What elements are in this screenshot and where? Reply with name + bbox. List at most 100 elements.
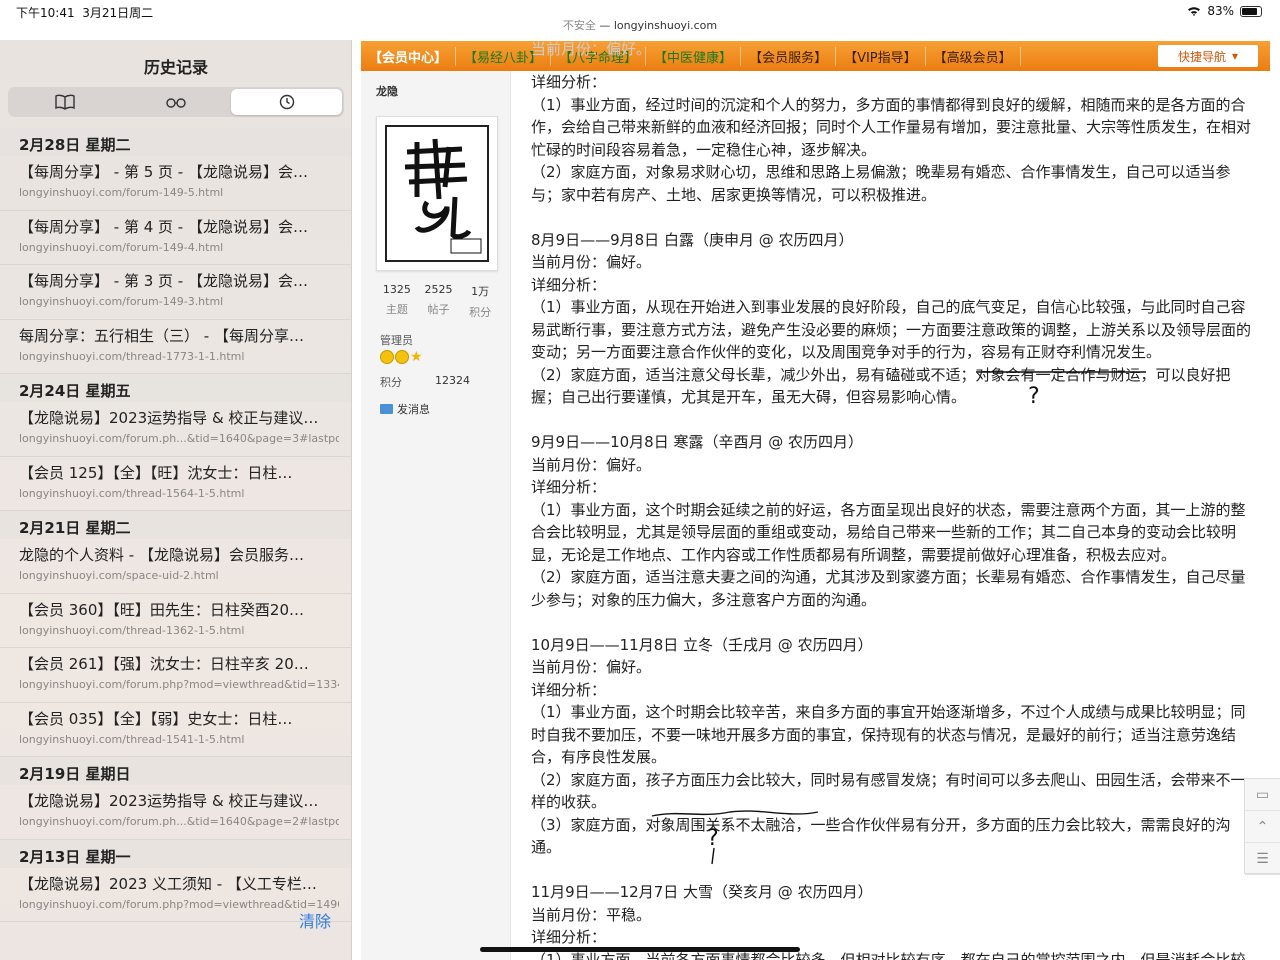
history-item-title: 【每周分享】 - 第 4 页 - 【龙隐说易】会… xyxy=(19,217,308,236)
avatar[interactable] xyxy=(376,116,498,271)
post-line: （2）家庭方面，适当注意夫妻之间的沟通，尤其涉及到家婆方面；长辈易有婚恋、合作事… xyxy=(531,568,1246,586)
history-item-title: 【每周分享】 - 第 3 页 - 【龙隐说易】会… xyxy=(19,272,308,290)
url-insecure-label: 不安全 xyxy=(562,19,596,32)
history-date-header: 2月24日 星期五 xyxy=(0,374,351,402)
post-line: 当前月份：偏好。 xyxy=(531,658,652,676)
post-line: 详细分析： xyxy=(531,73,607,91)
post-line: 详细分析： xyxy=(531,680,607,699)
book-icon xyxy=(55,94,76,110)
nav-vip[interactable]: 【VIP指导】 xyxy=(836,46,926,66)
post-line: 9月9日——10月8日 寒露（辛酉月 @ 农历四月） xyxy=(531,433,864,451)
history-item[interactable]: 【会员 360】【旺】田先生：日柱癸酉20… longyinshuoyi.com/… xyxy=(0,594,351,648)
list-icon[interactable]: ☰ xyxy=(1245,843,1280,875)
home-indicator[interactable] xyxy=(480,947,800,952)
page-tools: ▭ ⌃ ☰ xyxy=(1244,778,1280,875)
post-line: 少参与；对象的压力偏大，多注意客户方面的沟通。 xyxy=(531,590,877,609)
history-item[interactable]: 【会员 125】【全】【旺】沈女士：日柱… longyinshuoyi.com/t… xyxy=(0,457,351,511)
post-line xyxy=(531,859,1251,882)
author-profile: 龙隐 1325 主题 2525 帖子 1万 积分 管理员 ★ 积分 12324 发消息 xyxy=(361,71,511,960)
wifi-icon xyxy=(1188,7,1201,16)
post-line: 合，有序良性发展。 xyxy=(531,748,667,766)
author-stats: 1325 主题 2525 帖子 1万 积分 xyxy=(376,283,501,320)
stat-credits[interactable]: 1万 积分 xyxy=(459,283,501,320)
battery-percent: 83% xyxy=(1207,4,1234,18)
history-item-url: longyinshuoyi.com/space-uid-2.html xyxy=(19,569,219,582)
bookmarks-tab[interactable] xyxy=(10,89,121,115)
history-item-title: 龙隐的个人资料 - 【龙隐说易】会员服务… xyxy=(19,546,304,564)
history-date-header: 2月19日 星期日 xyxy=(0,757,351,785)
stat-threads[interactable]: 1325 主题 xyxy=(376,283,418,320)
forum-nav-bar: 【会员中心】 【易经八卦】 【八字命理】 【中医健康】 【会员服务】 【VIP指… xyxy=(361,41,1270,71)
reading-list-tab[interactable] xyxy=(121,89,232,115)
history-item-title: 【龙隐说易】2023 义工须知 - 【义工专栏… xyxy=(19,874,317,893)
comment-icon[interactable]: ▭ xyxy=(1245,779,1280,811)
send-message-link[interactable]: 发消息 xyxy=(380,401,430,417)
url-text: longyinshuoyi.com xyxy=(613,19,718,32)
post-line: 详细分析： xyxy=(531,478,607,496)
nav-premium[interactable]: 【高级会员】 xyxy=(926,46,1021,66)
post-line: （1）事业方面，从现在开始进入到事业发展的良好阶段，自己的底气变足，自信心比较强… xyxy=(531,298,1246,316)
history-item-title: 【每周分享】 - 第 5 页 - 【龙隐说易】会… xyxy=(19,163,308,181)
history-item[interactable]: 【龙隐说易】2023运势指导 & 校正与建议… longyinshuoyi.com… xyxy=(0,402,351,457)
nav-member-center[interactable]: 【会员中心】 xyxy=(361,46,457,66)
nav-tcm[interactable]: 【中医健康】 xyxy=(646,46,742,66)
post-line: 与；家中若有房产、土地、居家更换等情况，可以积极推进。 xyxy=(531,185,937,204)
points-value: 12324 xyxy=(435,374,470,387)
nav-member-service[interactable]: 【会员服务】 xyxy=(741,46,837,66)
post-content: 详细分析： （1）事业方面，经过时间的沉淀和个人的努力，多方面的事情都得到良好的缓… xyxy=(531,71,1251,960)
history-item[interactable]: 每周分享：五行相生（三） - 【每周分享… longyinshuoyi.com/t… xyxy=(0,320,351,374)
post-line: （1）事业方面，这个时期会比较辛苦，来自多方面的事宜开始逐渐增多，不过个人成绩与… xyxy=(531,703,1246,721)
post-line: （3）家庭方面，对象周围关系不太融洽，一些合作伙伴易有分开，多方面的压力会比较大… xyxy=(531,815,1231,834)
envelope-icon xyxy=(380,404,393,414)
glasses-icon xyxy=(166,98,186,108)
points-label: 积分 xyxy=(380,376,402,389)
quick-nav-button[interactable]: 快捷导航 ▾ xyxy=(1158,45,1258,67)
clear-history-button[interactable]: 清除 xyxy=(299,908,331,932)
history-item-title: 【会员 360】【旺】田先生：日柱癸酉20… xyxy=(19,600,304,619)
history-date-header: 2月13日 星期一 xyxy=(0,839,351,868)
post-line xyxy=(531,611,1251,634)
post-line: 握；自己出行要谨慎，尤其是开车，虽无大碍，但容易影响心情。 xyxy=(531,388,967,406)
post-line: 10月9日——11月8日 立冬（壬戌月 @ 农历四月） xyxy=(531,635,873,654)
author-role: 管理员 xyxy=(380,334,413,347)
post-line: 时自我不要加压，不要一味地开展多方面的事宜，保持现有的状态与情况，是最好的前行；… xyxy=(531,725,1237,744)
post-line: 作，会给自己带来新鲜的血液和经济回报；同时个人工作量易有增加，要注意批量、大宗等… xyxy=(531,118,1252,136)
back-to-top-icon[interactable]: ⌃ xyxy=(1245,811,1280,843)
smiley-icon xyxy=(395,350,409,364)
post-line: 当前月份：偏好。 xyxy=(531,253,652,271)
author-name[interactable]: 龙隐 xyxy=(376,83,398,99)
history-item[interactable]: 【会员 035】【全】【弱】史女士：日柱… longyinshuoyi.com/t… xyxy=(0,703,351,757)
address-bar[interactable]: 不安全 — longyinshuoyi.com xyxy=(0,17,1280,33)
smiley-icon xyxy=(380,350,394,364)
history-tab[interactable] xyxy=(231,89,343,115)
history-item[interactable]: 【每周分享】 - 第 5 页 - 【龙隐说易】会… longyinshuoyi.c… xyxy=(0,156,351,211)
battery-icon xyxy=(1240,5,1262,17)
caret-down-icon: ▾ xyxy=(1231,49,1239,63)
history-list: 2月28日 星期二 【每周分享】 - 第 5 页 - 【龙隐说易】会… longyi… xyxy=(0,128,351,922)
post-line: 通。 xyxy=(531,838,562,856)
star-icon: ★ xyxy=(410,349,423,365)
history-item-url: longyinshuoyi.com/forum.php?mod=viewthre… xyxy=(19,678,339,691)
post-line xyxy=(531,409,1251,432)
post-line: （2）家庭方面，孩子方面压力会比较大，同时易有感冒发烧；有时间可以多去爬山、田园… xyxy=(531,770,1246,789)
post-line: （2）家庭方面，适当注意父母长辈，减少外出，易有磕碰或不适；对象会有一定合作与财… xyxy=(531,365,1231,384)
history-item-url: longyinshuoyi.com/thread-1541-1-5.html xyxy=(19,732,245,746)
history-item-url: longyinshuoyi.com/forum-149-4.html xyxy=(19,240,224,254)
history-sidebar: 历史记录 2月28日 星期二 【每周分享】 - 第 5 页 - 【龙隐说易】会… l… xyxy=(0,40,352,960)
stat-posts[interactable]: 2525 帖子 xyxy=(418,283,460,320)
history-item[interactable]: 龙隐的个人资料 - 【龙隐说易】会员服务… longyinshuoyi.com/s… xyxy=(0,539,351,594)
history-item-url: longyinshuoyi.com/thread-1564-1-5.html xyxy=(19,486,245,500)
history-item[interactable]: 【龙隐说易】2023运势指导 & 校正与建议… longyinshuoyi.com… xyxy=(0,785,351,840)
history-item-title: 每周分享：五行相生（三） - 【每周分享… xyxy=(19,326,304,345)
clock-icon xyxy=(279,94,294,110)
history-item-title: 【会员 125】【全】【旺】沈女士：日柱… xyxy=(19,463,293,482)
sidebar-title: 历史记录 xyxy=(143,58,208,77)
history-item-title: 【会员 035】【全】【弱】史女士：日柱… xyxy=(19,709,293,728)
history-item[interactable]: 【每周分享】 - 第 4 页 - 【龙隐说易】会… longyinshuoyi.c… xyxy=(0,211,351,265)
history-item[interactable]: 【每周分享】 - 第 3 页 - 【龙隐说易】会… longyinshuoyi.c… xyxy=(0,265,351,320)
post-line: 易武断行事，要注意方式方法，避免产生没必要的麻烦；一方面要注意政策的调整，上游关… xyxy=(531,320,1252,339)
post-line: 当前月份：平稳。 xyxy=(531,905,652,924)
history-item[interactable]: 【会员 261】【强】沈女士：日柱辛亥 20… longyinshuoyi.com… xyxy=(0,648,351,703)
post-line: （2）家庭方面，对象易求财心切，思维和思路上易偏激；晚辈易有婚恋、合作事情发生，… xyxy=(531,163,1231,181)
post-line: 详细分析： xyxy=(531,928,607,946)
